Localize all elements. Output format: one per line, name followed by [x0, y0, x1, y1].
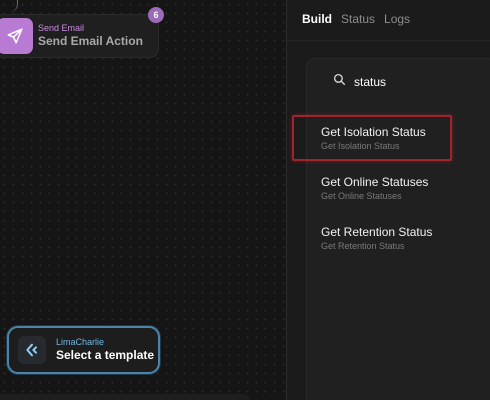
result-title: Get Online Statuses — [321, 175, 429, 189]
result-subtitle: Get Isolation Status — [321, 141, 400, 151]
result-get-online-statuses[interactable]: Get Online Statuses Get Online Statuses — [321, 175, 490, 202]
search-input[interactable] — [354, 75, 484, 89]
limacharlie-logo-icon — [18, 336, 46, 364]
side-panel: Build Status Logs Get Isolation Status G… — [286, 0, 490, 400]
panel-divider — [287, 40, 490, 41]
action-search-card: Get Isolation Status Get Isolation Statu… — [306, 58, 490, 400]
search-row — [333, 73, 484, 91]
limacharlie-node-kind: LimaCharlie — [56, 337, 105, 347]
tab-status[interactable]: Status — [341, 12, 375, 26]
send-email-node[interactable]: Send Email Send Email Action — [0, 14, 159, 58]
result-get-isolation-status[interactable]: Get Isolation Status Get Isolation Statu… — [321, 125, 490, 152]
limacharlie-node[interactable]: LimaCharlie Select a template — [7, 326, 160, 374]
tab-logs[interactable]: Logs — [384, 12, 410, 26]
send-icon — [0, 18, 33, 54]
workflow-canvas[interactable]: Send Email Send Email Action 6 LimaCharl… — [0, 0, 286, 400]
result-title: Get Isolation Status — [321, 125, 426, 139]
panel-tabs: Build Status Logs — [302, 12, 419, 26]
result-title: Get Retention Status — [321, 225, 433, 239]
result-subtitle: Get Online Statuses — [321, 191, 402, 201]
result-subtitle: Get Retention Status — [321, 241, 405, 251]
node-connector-line — [10, 0, 18, 12]
canvas-bottom-bar — [0, 394, 250, 400]
result-get-retention-status[interactable]: Get Retention Status Get Retention Statu… — [321, 225, 490, 252]
tab-build[interactable]: Build — [302, 12, 332, 26]
search-icon — [333, 73, 346, 91]
send-email-node-kind: Send Email — [38, 23, 85, 33]
send-email-node-name: Send Email Action — [38, 34, 143, 48]
node-count-badge: 6 — [148, 7, 164, 23]
limacharlie-node-name: Select a template — [56, 348, 155, 362]
